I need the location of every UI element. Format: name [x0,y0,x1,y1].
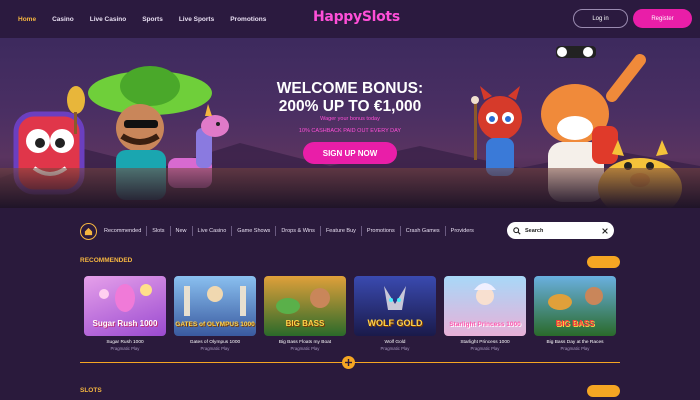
section-title-recommended: RECOMMENDED [80,257,133,264]
plus-icon [345,359,352,366]
game-title: Gates of Olympus 1000 [189,340,241,345]
game-logo: Starlight Princess 1000 [449,320,521,328]
category-separator [146,226,148,236]
recommended-games-row: Sugar Rush 1000 Sugar Rush 1000 Pragmati… [84,276,616,351]
site-logo[interactable]: HappySlots [313,9,400,25]
hero-subtitle: Wager your bonus today [320,116,380,122]
hero-title-line2: 200% UP TO €1,000 [278,97,422,115]
category-separator [231,226,233,236]
game-logo: GATES of OLYMPUS 1000 [175,320,255,328]
game-title: Wolf Gold [384,340,406,345]
hero-title: WELCOME BONUS: 200% UP TO €1,000 [260,80,440,116]
game-title: Sugar Rush 1000 [106,340,144,345]
game-thumbnail[interactable]: GATES of OLYMPUS 1000 [174,276,256,336]
search-input[interactable]: Search [507,222,614,239]
home-category-button[interactable] [80,222,97,240]
category-crash-games[interactable]: Crash Games [403,228,443,234]
nav-sports[interactable]: Sports [134,16,171,23]
game-thumbnail[interactable]: BIG BASS [264,276,346,336]
category-separator [399,226,401,236]
category-promotions[interactable]: Promotions [364,228,398,234]
game-provider: Pragmatic Play [290,346,320,351]
game-card[interactable]: GATES of OLYMPUS 1000 Gates of Olympus 1… [174,276,256,351]
game-card[interactable]: BIG BASS Big Bass Floats my Boat Pragmat… [264,276,346,351]
game-logo: BIG BASS [285,319,325,328]
top-navbar: Home Casino Live Casino Sports Live Spor… [0,0,700,38]
main-nav: Home Casino Live Casino Sports Live Spor… [10,16,274,23]
search-icon [513,226,521,235]
category-separator [191,226,193,236]
game-thumbnail[interactable]: BIG BASS [534,276,616,336]
nav-live-sports[interactable]: Live Sports [171,16,222,23]
category-separator [169,226,171,236]
game-provider: Pragmatic Play [470,346,500,351]
home-icon [84,227,93,235]
nav-home[interactable]: Home [10,16,44,23]
game-card[interactable]: Sugar Rush 1000 Sugar Rush 1000 Pragmati… [84,276,166,351]
view-all-slots-button[interactable] [587,385,620,397]
category-game-shows[interactable]: Game Shows [234,228,273,234]
load-more-button[interactable] [342,356,355,369]
search-placeholder: Search [525,227,544,234]
login-button[interactable]: Log in [573,9,628,28]
hero-ground [0,168,700,208]
nav-promotions[interactable]: Promotions [222,16,274,23]
game-title: Big Bass Floats my Boat [278,340,332,345]
register-button[interactable]: Register [633,9,692,28]
category-bar: Recommended Slots New Live Casino Game S… [80,222,477,240]
hero-banner: WELCOME BONUS: 200% UP TO €1,000 Wager y… [0,38,700,208]
clear-search-icon[interactable] [602,227,608,234]
signup-button[interactable]: SIGN UP NOW [303,142,397,164]
game-title: Big Bass Day at the Races [546,340,604,345]
category-separator [360,226,362,236]
category-feature-buy[interactable]: Feature Buy [323,228,359,234]
game-thumbnail[interactable]: WOLF GOLD [354,276,436,336]
category-separator [275,226,277,236]
game-card[interactable]: WOLF GOLD Wolf Gold Pragmatic Play [354,276,436,351]
category-live-casino[interactable]: Live Casino [195,228,230,234]
nav-casino[interactable]: Casino [44,16,82,23]
hero-title-line1: WELCOME BONUS: [276,80,424,97]
game-thumbnail[interactable]: Starlight Princess 1000 [444,276,526,336]
category-drops-wins[interactable]: Drops & Wins [278,228,318,234]
game-thumbnail[interactable]: Sugar Rush 1000 [84,276,166,336]
game-card[interactable]: BIG BASS Big Bass Day at the Races Pragm… [534,276,616,351]
category-new[interactable]: New [173,228,190,234]
game-logo: Sugar Rush 1000 [92,319,158,328]
game-provider: Pragmatic Play [110,346,140,351]
hero-cashback-text: 10% CASHBACK PAID OUT EVERY DAY [298,128,402,134]
game-provider: Pragmatic Play [380,346,410,351]
view-all-recommended-button[interactable] [587,256,620,268]
category-slots[interactable]: Slots [149,228,167,234]
game-provider: Pragmatic Play [200,346,230,351]
game-logo: WOLF GOLD [367,318,423,328]
category-separator [319,226,321,236]
category-separator [444,226,446,236]
category-providers[interactable]: Providers [448,228,477,234]
category-recommended[interactable]: Recommended [101,228,144,234]
nav-live-casino[interactable]: Live Casino [82,16,134,23]
game-logo: BIG BASS [555,319,595,328]
game-card[interactable]: Starlight Princess 1000 Starlight Prince… [444,276,526,351]
game-provider: Pragmatic Play [560,346,590,351]
section-title-slots: SLOTS [80,387,102,394]
game-title: Starlight Princess 1000 [460,340,510,345]
